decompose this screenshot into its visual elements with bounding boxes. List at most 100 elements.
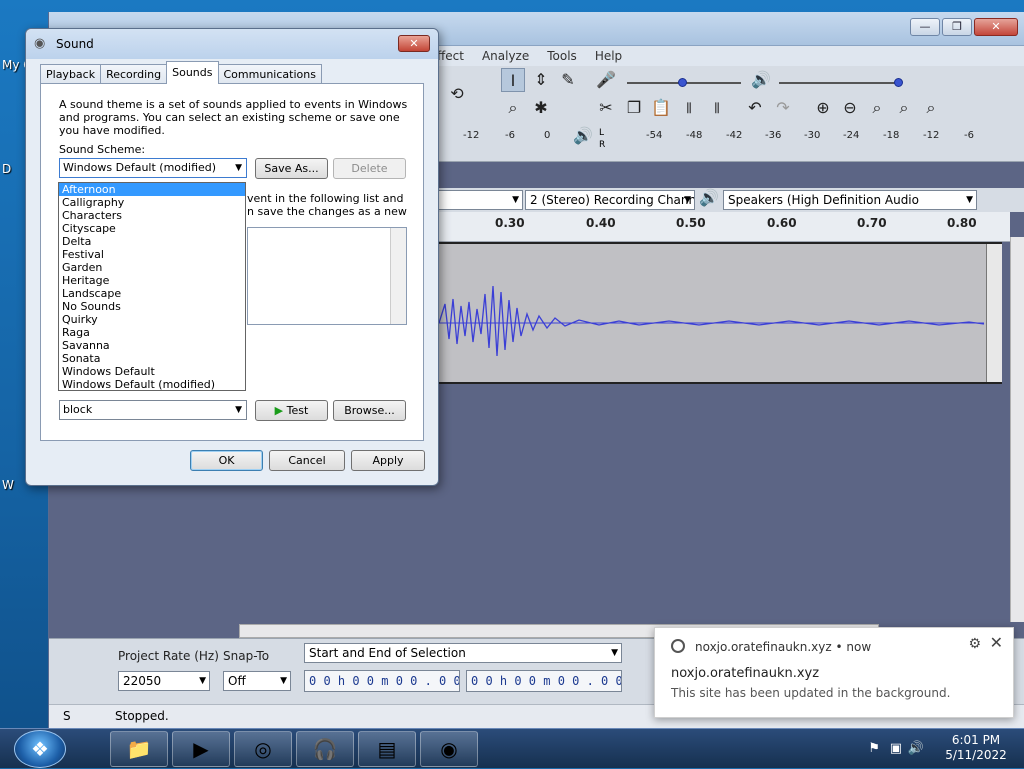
chrome-icon[interactable]: ◎ xyxy=(234,731,292,767)
vertical-scrollbar[interactable] xyxy=(1010,237,1024,622)
restore-button[interactable]: ❐ xyxy=(942,18,972,36)
tab-sounds[interactable]: Sounds xyxy=(166,61,219,84)
cut-icon[interactable]: ✂ xyxy=(594,96,618,120)
zoom-out-icon[interactable]: ⊖ xyxy=(838,96,862,120)
output-device-combo[interactable]: Speakers (High Definition Audio ▼ xyxy=(723,190,977,210)
dropdown-option-sonata[interactable]: Sonata xyxy=(59,352,245,365)
fit-selection-icon[interactable]: ⌕ xyxy=(865,96,889,120)
desktop-icon-label[interactable]: W xyxy=(2,478,14,492)
speaker-icon: 🔊 xyxy=(751,70,771,89)
instruction-text-partial: n save the changes as a new xyxy=(247,205,407,218)
dropdown-option-savanna[interactable]: Savanna xyxy=(59,339,245,352)
dropdown-option-windows-default-modified[interactable]: Windows Default (modified) xyxy=(59,378,245,391)
host-combo[interactable]: ▼ xyxy=(437,190,523,210)
ok-button[interactable]: OK xyxy=(190,450,263,471)
track-end-handle[interactable] xyxy=(986,244,1002,382)
menu-effect[interactable]: ffect xyxy=(437,49,464,63)
selection-mode-combo[interactable]: Start and End of Selection ▼ xyxy=(304,643,622,663)
playback-volume-slider[interactable] xyxy=(779,82,899,84)
silence-icon[interactable]: ⫼ xyxy=(705,96,729,120)
menu-tools[interactable]: Tools xyxy=(547,49,577,63)
start-button[interactable]: ❖ xyxy=(14,730,66,768)
copy-icon[interactable]: ❐ xyxy=(622,96,646,120)
fit-project-icon[interactable]: ⌕ xyxy=(892,96,916,120)
menu-help[interactable]: Help xyxy=(595,49,622,63)
project-rate-combo[interactable]: 22050 ▼ xyxy=(118,671,210,691)
output-speaker-icon: 🔊 xyxy=(699,188,719,207)
selection-tool-icon[interactable]: I xyxy=(501,68,525,92)
meter-tick: -12 xyxy=(923,130,940,141)
record-volume-knob[interactable] xyxy=(678,78,687,87)
tab-communications[interactable]: Communications xyxy=(217,64,322,84)
desktop-icon-label[interactable]: D xyxy=(2,162,11,176)
selection-end-time[interactable]: 0 0 h 0 0 m 0 0 . 0 0 0 s xyxy=(466,670,622,692)
media-player-icon[interactable]: ▶ xyxy=(172,731,230,767)
dropdown-option-quirky[interactable]: Quirky xyxy=(59,313,245,326)
explorer-icon[interactable]: 📁 xyxy=(110,731,168,767)
dropdown-option-garden[interactable]: Garden xyxy=(59,261,245,274)
snap-to-combo[interactable]: Off ▼ xyxy=(223,671,291,691)
draw-tool-icon[interactable]: ✎ xyxy=(556,68,580,92)
undo-icon[interactable]: ↶ xyxy=(743,96,767,120)
gear-icon[interactable]: ⚙ xyxy=(968,636,981,652)
browse-button[interactable]: Browse... xyxy=(333,400,406,421)
sound-icon[interactable]: ◉ xyxy=(420,731,478,767)
dialog-close-button[interactable]: ✕ xyxy=(398,35,430,52)
playback-meter-speaker-icon[interactable]: 🔊 xyxy=(571,124,595,148)
clock-time: 6:01 PM xyxy=(951,733,1001,747)
playback-volume-knob[interactable] xyxy=(894,78,903,87)
browser-notification[interactable]: noxjo.oratefinaukn.xyz • now ⚙ ✕ noxjo.o… xyxy=(654,627,1014,718)
channels-combo[interactable]: 2 (Stereo) Recording Chann ▼ xyxy=(525,190,695,210)
clock[interactable]: 6:01 PM 5/11/2022 xyxy=(936,733,1016,763)
dialog-titlebar[interactable]: ◉ Sound ✕ xyxy=(26,29,438,59)
minimize-button[interactable]: — xyxy=(910,18,940,36)
volume-icon[interactable]: 🔊 xyxy=(908,741,924,756)
dropdown-option-calligraphy[interactable]: Calligraphy xyxy=(59,196,245,209)
speaker-icon: ◉ xyxy=(34,36,46,51)
close-icon[interactable]: ✕ xyxy=(990,633,1003,652)
tab-recording[interactable]: Recording xyxy=(100,64,168,84)
cancel-button[interactable]: Cancel xyxy=(269,450,345,471)
apply-button[interactable]: Apply xyxy=(351,450,425,471)
delete-button[interactable]: Delete xyxy=(333,158,406,179)
meter-tick: -42 xyxy=(726,130,743,141)
test-button[interactable]: ▶ Test xyxy=(255,400,328,421)
zoom-toggle-icon[interactable]: ⌕ xyxy=(919,96,943,120)
network-icon[interactable]: ▣ xyxy=(890,741,902,756)
dropdown-option-windows-default[interactable]: Windows Default xyxy=(59,365,245,378)
status-prefix: S xyxy=(63,709,71,723)
paste-icon[interactable]: 📋 xyxy=(649,96,673,120)
audacity-icon[interactable]: 🎧 xyxy=(296,731,354,767)
events-scrollbar[interactable] xyxy=(390,228,406,324)
program-events-list[interactable] xyxy=(247,227,407,325)
dropdown-option-no-sounds[interactable]: No Sounds xyxy=(59,300,245,313)
dropdown-option-landscape[interactable]: Landscape xyxy=(59,287,245,300)
dropdown-option-festival[interactable]: Festival xyxy=(59,248,245,261)
sound-scheme-select[interactable]: Windows Default (modified) ▼ xyxy=(59,158,247,178)
envelope-tool-icon[interactable]: ⇕ xyxy=(529,68,553,92)
tab-playback[interactable]: Playback xyxy=(40,64,102,84)
save-as-button[interactable]: Save As... xyxy=(255,158,328,179)
zoom-tool-icon[interactable]: ⌕ xyxy=(501,96,525,120)
close-button[interactable]: ✕ xyxy=(974,18,1018,36)
loop-icon[interactable]: ⟲ xyxy=(445,82,469,106)
dropdown-option-raga[interactable]: Raga xyxy=(59,326,245,339)
control-panel-icon[interactable]: ▤ xyxy=(358,731,416,767)
zoom-in-icon[interactable]: ⊕ xyxy=(811,96,835,120)
dropdown-option-afternoon[interactable]: Afternoon xyxy=(59,183,245,196)
trim-icon[interactable]: ⫼ xyxy=(677,96,701,120)
dropdown-option-characters[interactable]: Characters xyxy=(59,209,245,222)
redo-icon[interactable]: ↷ xyxy=(771,96,795,120)
ruler-tick: 0.30 xyxy=(495,216,525,230)
dropdown-option-delta[interactable]: Delta xyxy=(59,235,245,248)
dropdown-option-cityscape[interactable]: Cityscape xyxy=(59,222,245,235)
meter-tick: -6 xyxy=(505,130,515,141)
multi-tool-icon[interactable]: ✱ xyxy=(529,96,553,120)
selection-start-time[interactable]: 0 0 h 0 0 m 0 0 . 0 0 0 s xyxy=(304,670,460,692)
action-center-icon[interactable]: ⚑ xyxy=(868,741,880,756)
clock-date: 5/11/2022 xyxy=(945,748,1007,762)
dropdown-option-heritage[interactable]: Heritage xyxy=(59,274,245,287)
menu-analyze[interactable]: Analyze xyxy=(482,49,529,63)
sounds-select[interactable]: block ▼ xyxy=(59,400,247,420)
audio-track-waveform[interactable] xyxy=(437,242,1002,384)
